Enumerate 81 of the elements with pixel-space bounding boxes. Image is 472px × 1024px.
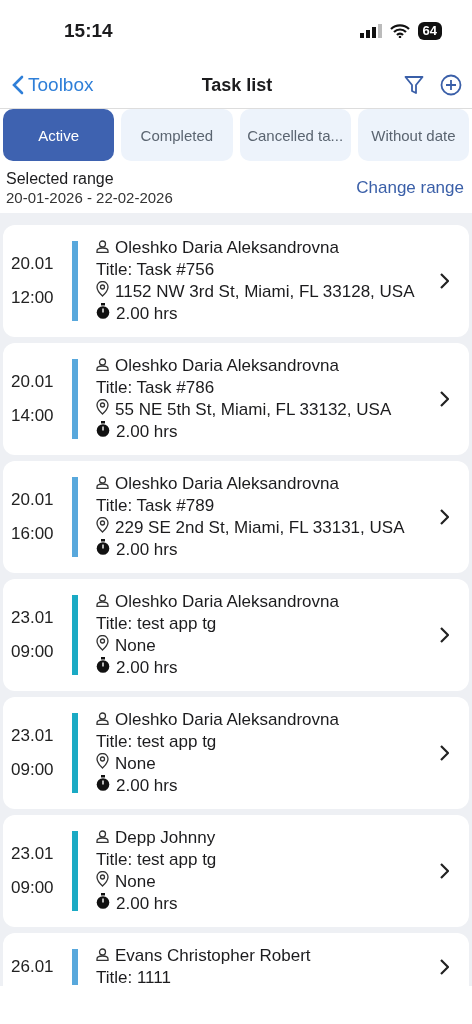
task-title: Title: test app tg xyxy=(96,731,217,753)
location-pin-icon xyxy=(96,635,109,651)
task-duration: 2.00 hrs xyxy=(116,657,178,679)
task-address: None xyxy=(115,635,156,657)
task-address: None xyxy=(115,753,156,775)
task-title: Title: test app tg xyxy=(96,849,217,871)
add-icon[interactable] xyxy=(440,74,462,96)
task-time: 14:00 xyxy=(11,406,55,426)
range-dates: 20-01-2026 - 22-02-2026 xyxy=(6,188,173,207)
task-address: 1152 NW 3rd St, Miami, FL 33128, USA xyxy=(115,281,415,303)
chevron-right-icon[interactable] xyxy=(439,744,449,762)
chevron-right-icon[interactable] xyxy=(439,272,449,290)
task-time: 09:00 xyxy=(11,760,55,780)
task-title: Title: Task #756 xyxy=(96,259,215,281)
stopwatch-icon xyxy=(96,421,110,437)
signal-icon xyxy=(359,24,382,38)
location-pin-icon xyxy=(96,281,109,297)
person-icon xyxy=(96,948,109,961)
task-date: 23.01 xyxy=(11,726,55,746)
person-icon xyxy=(96,712,109,725)
page-title: Task list xyxy=(201,74,273,96)
chevron-right-icon[interactable] xyxy=(439,508,449,526)
task-address: 55 NE 5th St, Miami, FL 33132, USA xyxy=(115,399,392,421)
clock: 15:14 xyxy=(64,20,113,42)
task-date: 20.01 xyxy=(11,372,55,392)
assignee-name: Evans Christopher Robert xyxy=(115,945,311,967)
chevron-right-icon[interactable] xyxy=(439,862,449,880)
task-duration: 2.00 hrs xyxy=(116,775,178,797)
back-chevron-icon xyxy=(12,75,24,95)
stopwatch-icon xyxy=(96,539,110,555)
task-time: 16:00 xyxy=(11,524,55,544)
person-icon xyxy=(96,240,109,253)
person-icon xyxy=(96,594,109,607)
filter-icon[interactable] xyxy=(404,75,424,95)
task-title: Title: Task #786 xyxy=(96,377,215,399)
task-title: Title: 1111 xyxy=(96,967,171,986)
assignee-name: Oleshko Daria Aleksandrovna xyxy=(115,591,339,613)
task-duration: 2.00 hrs xyxy=(116,539,178,561)
task-time: 09:00 xyxy=(11,878,55,898)
person-icon xyxy=(96,476,109,489)
task-duration: 2.00 hrs xyxy=(116,303,178,325)
task-duration: 2.00 hrs xyxy=(116,893,178,915)
stopwatch-icon xyxy=(96,657,110,673)
task-duration: 2.00 hrs xyxy=(116,421,178,443)
assignee-name: Depp Johnny xyxy=(115,827,216,849)
chevron-right-icon[interactable] xyxy=(439,390,449,408)
task-title: Title: Task #789 xyxy=(96,495,215,517)
tab[interactable]: Cancelled ta... xyxy=(239,109,351,161)
location-pin-icon xyxy=(96,871,109,887)
task-address: None xyxy=(115,871,156,893)
task-time: 12:00 xyxy=(11,288,55,308)
chevron-right-icon[interactable] xyxy=(439,626,449,644)
stopwatch-icon xyxy=(96,893,110,909)
assignee-name: Oleshko Daria Aleksandrovna xyxy=(115,355,339,377)
task-date: 23.01 xyxy=(11,844,55,864)
range-label: Selected range xyxy=(6,169,115,188)
task-date: 20.01 xyxy=(11,490,55,510)
task-title: Title: test app tg xyxy=(96,613,217,635)
task-date: 20.01 xyxy=(11,254,55,274)
assignee-name: Oleshko Daria Aleksandrovna xyxy=(115,473,339,495)
task-time: 09:00 xyxy=(11,642,55,662)
location-pin-icon xyxy=(96,399,109,415)
task-address: 229 SE 2nd St, Miami, FL 33131, USA xyxy=(115,517,405,539)
assignee-name: Oleshko Daria Aleksandrovna xyxy=(115,709,339,731)
tab[interactable]: Active xyxy=(3,109,115,161)
battery-icon: 64 xyxy=(417,22,442,40)
stopwatch-icon xyxy=(96,303,110,319)
location-pin-icon xyxy=(96,753,109,769)
person-icon xyxy=(96,830,109,843)
wifi-icon xyxy=(389,24,410,38)
assignee-name: Oleshko Daria Aleksandrovna xyxy=(115,237,339,259)
person-icon xyxy=(96,358,109,371)
tab[interactable]: Without date xyxy=(357,109,469,161)
location-pin-icon xyxy=(96,517,109,533)
tab[interactable]: Completed xyxy=(121,109,233,161)
task-date: 26.01 xyxy=(11,957,55,977)
back-button[interactable]: Toolbox xyxy=(12,74,202,96)
stopwatch-icon xyxy=(96,775,110,791)
change-range-link[interactable]: Change range xyxy=(356,178,464,198)
chevron-right-icon[interactable] xyxy=(439,958,449,976)
task-date: 23.01 xyxy=(11,608,55,628)
